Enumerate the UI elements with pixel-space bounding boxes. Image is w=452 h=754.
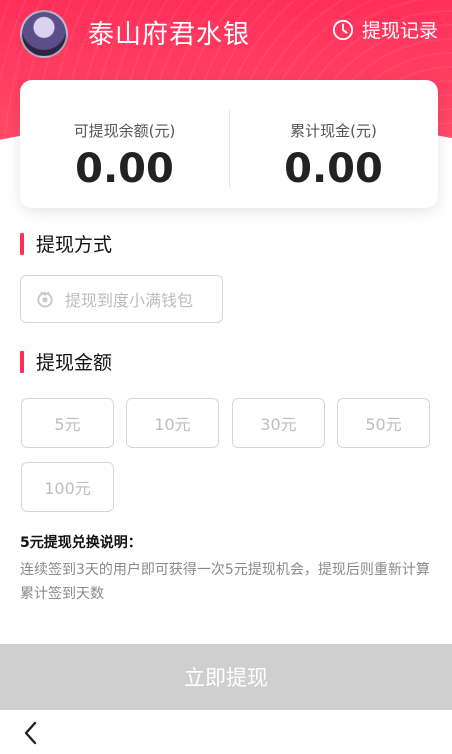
withdrawable-label: 可提现余额(元): [73, 122, 176, 140]
amount-option-10[interactable]: 10元: [126, 398, 219, 448]
chevron-left-icon[interactable]: [16, 718, 46, 748]
total-cash-label: 累计现金(元): [290, 122, 377, 140]
withdrawable-balance: 可提现余额(元) 0.00: [20, 80, 229, 208]
withdraw-method-label: 提现到度小满钱包: [65, 291, 194, 310]
notes-text: 连续签到3天的用户即可获得一次5元提现机会，提现后则重新计算累计签到天数: [20, 562, 430, 602]
withdraw-method-option[interactable]: 提现到度小满钱包: [20, 275, 223, 323]
total-cash: 累计现金(元) 0.00: [229, 80, 438, 208]
avatar[interactable]: [20, 10, 68, 58]
section-accent-bar: [20, 350, 24, 373]
balance-card: 可提现余额(元) 0.00 累计现金(元) 0.00: [20, 80, 438, 208]
bottom-navigation: [0, 710, 452, 754]
withdraw-amount-heading: 提现金额: [20, 348, 112, 375]
amount-option-100[interactable]: 100元: [21, 462, 114, 512]
withdraw-amount-title: 提现金额: [36, 352, 113, 374]
withdrawable-value: 0.00: [75, 146, 174, 192]
amount-option-30[interactable]: 30元: [232, 398, 325, 448]
notes-title: 5元提现兑换说明：: [20, 535, 142, 551]
withdraw-record-label: 提现记录: [361, 20, 438, 42]
clock-icon: [332, 19, 354, 40]
withdraw-now-button[interactable]: 立即提现: [0, 644, 452, 710]
amount-option-50[interactable]: 50元: [337, 398, 430, 448]
page-title: 泰山府君水银: [88, 20, 251, 50]
total-cash-value: 0.00: [284, 146, 383, 192]
section-accent-bar: [20, 232, 24, 255]
amount-option-5[interactable]: 5元: [21, 398, 114, 448]
withdraw-method-title: 提现方式: [36, 234, 113, 256]
wallet-icon: [37, 291, 53, 308]
withdraw-record-button[interactable]: 提现记录: [332, 16, 438, 43]
withdraw-method-heading: 提现方式: [20, 230, 112, 257]
